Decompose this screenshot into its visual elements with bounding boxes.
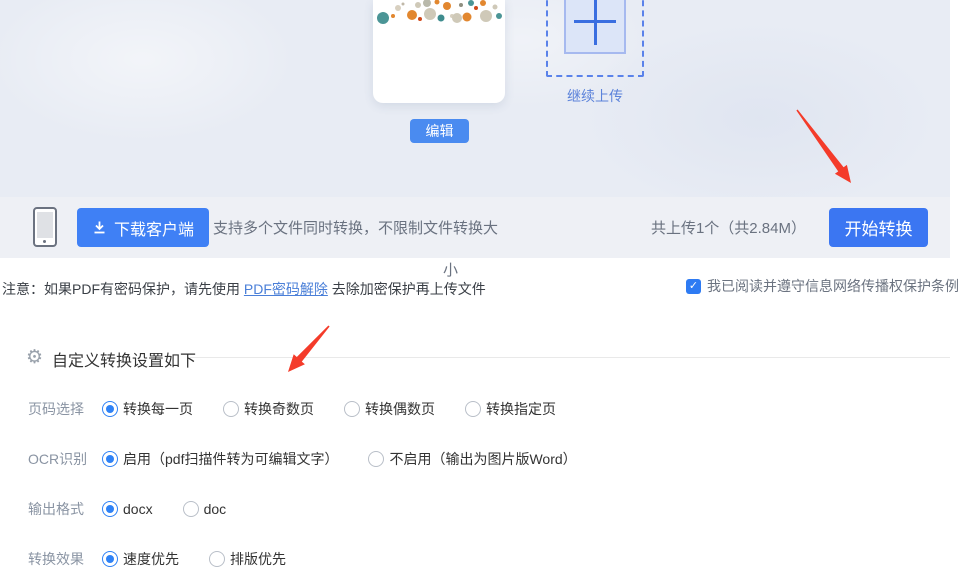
continue-upload-label: 继续上传 [546, 86, 644, 106]
radio-option-label: 转换指定页 [486, 399, 556, 419]
radio-selected-icon[interactable] [102, 451, 118, 467]
radio-icon[interactable] [209, 551, 225, 567]
radio-option[interactable]: 转换每一页 [102, 399, 193, 419]
setting-row: OCR识别 启用（pdf扫描件转为可编辑文字） 不启用（输出为图片版Word） [28, 434, 607, 484]
radio-option[interactable]: 启用（pdf扫描件转为可编辑文字） [102, 449, 338, 469]
pdf-converter-page: 编辑 继续上传 下载客户端 支持多个文件同时转换，不限制文件转换大 共上传1个（… [0, 0, 973, 587]
pdf-thumbnail[interactable] [373, 0, 505, 103]
radio-option[interactable]: 速度优先 [102, 549, 179, 569]
radio-selected-icon[interactable] [102, 401, 118, 417]
setting-row: 输出格式 docx doc [28, 484, 607, 534]
edit-button[interactable]: 编辑 [410, 119, 469, 143]
agreement-label: 我已阅读并遵守信息网络传播权保护条例 [707, 276, 959, 296]
plus-icon [594, 0, 597, 45]
toolbar: 下载客户端 支持多个文件同时转换，不限制文件转换大 共上传1个（共2.84M） … [0, 197, 950, 258]
radio-option[interactable]: 不启用（输出为图片版Word） [368, 449, 576, 469]
setting-row-label: 输出格式 [28, 499, 102, 519]
radio-option[interactable]: 转换偶数页 [344, 399, 435, 419]
phone-icon [33, 207, 57, 247]
gear-icon: ⚙ [26, 346, 43, 370]
radio-option-label: docx [123, 501, 153, 517]
radio-icon[interactable] [344, 401, 360, 417]
settings-rows: 页码选择 转换每一页 转换奇数页 转换偶数页 转换指定页 OCR识别 启用（pdf扫描件转为… [28, 384, 607, 584]
download-client-label: 下载客户端 [114, 216, 194, 240]
setting-row-label: OCR识别 [28, 449, 102, 469]
divider [190, 357, 950, 358]
radio-selected-icon[interactable] [102, 551, 118, 567]
radio-option[interactable]: 排版优先 [209, 549, 286, 569]
settings-header: ⚙ 自定义转换设置如下 [0, 344, 950, 372]
radio-icon[interactable] [368, 451, 384, 467]
plus-box [564, 0, 626, 54]
radio-selected-icon[interactable] [102, 501, 118, 517]
pdf-password-remove-link[interactable]: PDF密码解除 [244, 281, 328, 297]
download-icon [92, 220, 107, 235]
radio-option[interactable]: docx [102, 501, 153, 517]
radio-option[interactable]: 转换奇数页 [223, 399, 314, 419]
upload-summary: 共上传1个（共2.84M） [651, 217, 806, 238]
radio-option[interactable]: 转换指定页 [465, 399, 556, 419]
agreement-checkbox[interactable]: ✓ [686, 279, 701, 294]
radio-option-label: doc [204, 501, 227, 517]
radio-option[interactable]: doc [183, 501, 227, 517]
start-convert-button[interactable]: 开始转换 [829, 208, 928, 247]
radio-option-label: 转换奇数页 [244, 399, 314, 419]
toolbar-description-overflow: 小 [443, 259, 458, 280]
agreement-row: ✓ 我已阅读并遵守信息网络传播权保护条例 [686, 276, 959, 296]
setting-row: 转换效果 速度优先 排版优先 [28, 534, 607, 584]
download-client-button[interactable]: 下载客户端 [77, 208, 209, 247]
password-note: 注意：如果PDF有密码保护，请先使用 PDF密码解除 去除加密保护再上传文件 [2, 279, 486, 299]
radio-option-label: 不启用（输出为图片版Word） [389, 449, 576, 469]
radio-option-label: 启用（pdf扫描件转为可编辑文字） [123, 449, 338, 469]
radio-option-label: 速度优先 [123, 549, 179, 569]
radio-option-label: 转换每一页 [123, 399, 193, 419]
note-text: 去除加密保护再上传文件 [328, 281, 486, 297]
setting-row-label: 页码选择 [28, 399, 102, 419]
radio-icon[interactable] [183, 501, 199, 517]
setting-row-label: 转换效果 [28, 549, 102, 569]
radio-icon[interactable] [223, 401, 239, 417]
radio-option-label: 排版优先 [230, 549, 286, 569]
toolbar-description: 支持多个文件同时转换，不限制文件转换大 [213, 217, 498, 238]
settings-title: 自定义转换设置如下 [52, 347, 196, 371]
radio-option-label: 转换偶数页 [365, 399, 435, 419]
note-text: 注意：如果PDF有密码保护，请先使用 [2, 281, 244, 297]
upload-area: 编辑 继续上传 [0, 0, 950, 197]
continue-upload-box[interactable] [546, 0, 644, 77]
radio-icon[interactable] [465, 401, 481, 417]
setting-row: 页码选择 转换每一页 转换奇数页 转换偶数页 转换指定页 [28, 384, 607, 434]
thumbnail-dots-image [373, 0, 505, 30]
